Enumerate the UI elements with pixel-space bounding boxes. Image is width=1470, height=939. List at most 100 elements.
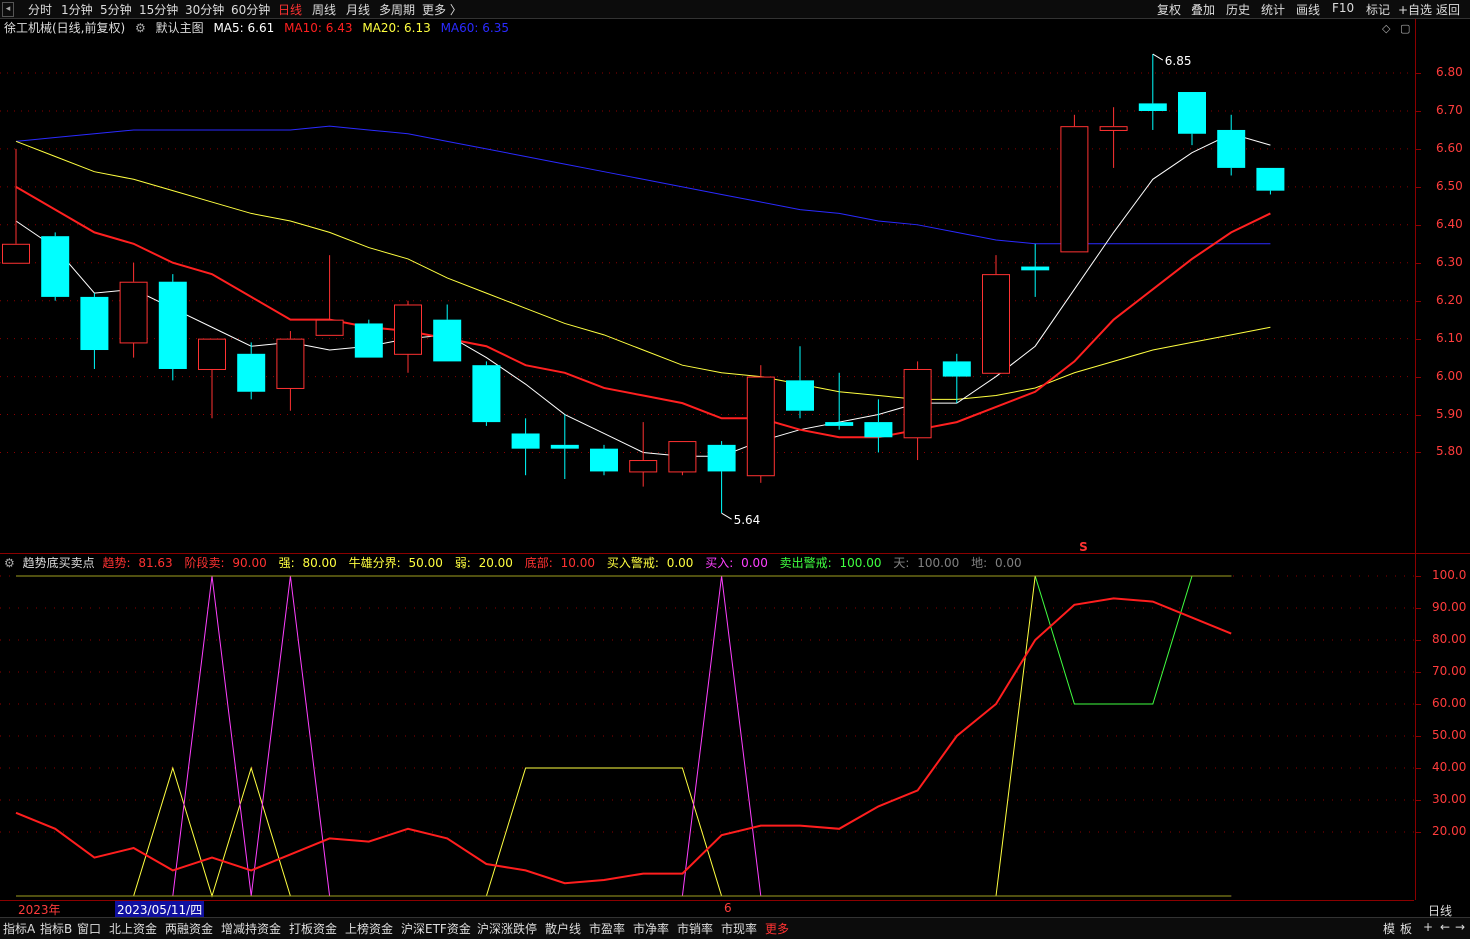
adjust-button[interactable]: 复权 <box>1157 1 1181 18</box>
collapse-icon[interactable]: ◂ <box>2 2 14 17</box>
candle[interactable] <box>198 338 226 419</box>
weak-value: 20.00 <box>478 556 513 570</box>
price-tick <box>1416 110 1421 112</box>
candle[interactable] <box>80 293 109 369</box>
indicator-tick-label: 60.00 <box>1432 696 1467 710</box>
price-tick-label: 6.00 <box>1436 368 1463 383</box>
candle[interactable] <box>550 414 579 480</box>
indicator-tick <box>1416 736 1421 737</box>
bull-bear-label: 牛雄分界: <box>348 556 401 570</box>
candle[interactable] <box>903 361 932 461</box>
tab-pcf[interactable]: 市现率 <box>721 920 757 937</box>
sell-alert-label: 卖出警戒: <box>779 556 832 570</box>
candle[interactable] <box>668 441 697 476</box>
high-marker-label: 6.85 <box>1165 54 1192 68</box>
period-tab-fenshi[interactable]: 分时 <box>28 1 52 18</box>
board-button[interactable]: 板 <box>1400 920 1412 937</box>
tab-retail-line[interactable]: 散户线 <box>545 920 581 937</box>
stats-button[interactable]: 统计 <box>1261 1 1285 18</box>
candle[interactable] <box>1060 114 1089 253</box>
period-tab-30min[interactable]: 30分钟 <box>185 1 224 18</box>
stock-title[interactable]: 徐工机械(日线,前复权) <box>4 21 125 35</box>
period-tab-weekly[interactable]: 周线 <box>312 1 336 18</box>
history-button[interactable]: 历史 <box>1226 1 1250 18</box>
tab-indicator-b[interactable]: 指标B <box>40 920 72 937</box>
tab-limit-stats[interactable]: 沪深涨跌停 <box>477 920 537 937</box>
tab-limit-up-fund[interactable]: 打板资金 <box>289 920 337 937</box>
candle[interactable] <box>746 365 775 483</box>
candle[interactable] <box>590 444 618 476</box>
overlay-button[interactable]: 叠加 <box>1191 1 1215 18</box>
candle[interactable] <box>41 232 70 301</box>
model-button[interactable]: 模 <box>1383 920 1395 937</box>
candle[interactable] <box>394 300 422 373</box>
tab-pe[interactable]: 市盈率 <box>589 920 625 937</box>
add-watchlist-button[interactable]: +自选 <box>1398 1 1432 18</box>
tab-billboard-fund[interactable]: 上榜资金 <box>345 920 393 937</box>
period-tab-60min[interactable]: 60分钟 <box>231 1 270 18</box>
candle[interactable] <box>1217 114 1246 176</box>
indicator-tick-label: 100.0 <box>1432 568 1467 582</box>
period-tab-1min[interactable]: 1分钟 <box>61 1 93 18</box>
candle[interactable] <box>1021 243 1050 297</box>
candle[interactable] <box>237 342 266 400</box>
candle[interactable] <box>786 346 814 419</box>
candle[interactable] <box>864 399 893 453</box>
candle[interactable] <box>825 372 854 430</box>
indicator-name[interactable]: 趋势底买卖点 <box>23 556 95 570</box>
price-tick-label: 6.70 <box>1436 102 1463 117</box>
indicator-tick-label: 90.00 <box>1432 600 1467 614</box>
indicator-tick <box>1416 608 1421 609</box>
candle[interactable] <box>629 422 658 487</box>
tab-indicator-a[interactable]: 指标A <box>3 920 35 937</box>
tab-ps[interactable]: 市销率 <box>677 920 713 937</box>
candle[interactable] <box>1138 54 1167 130</box>
period-tab-more[interactable]: 更多 〉 <box>422 1 462 18</box>
candle[interactable] <box>707 441 736 514</box>
tab-etf-fund[interactable]: 沪深ETF资金 <box>401 920 471 937</box>
candle[interactable] <box>315 255 344 336</box>
tab-window[interactable]: 窗口 <box>77 920 101 937</box>
indicator-tick-label: 80.00 <box>1432 632 1467 646</box>
settings-icon[interactable]: ⚙ <box>135 21 146 35</box>
candle[interactable] <box>1099 107 1128 168</box>
mark-button[interactable]: 标记 <box>1366 1 1390 18</box>
candle[interactable] <box>433 304 462 362</box>
candlestick-chart[interactable]: 6.85 5.64 S <box>0 37 1414 553</box>
tab-margin[interactable]: 两融资金 <box>165 920 213 937</box>
candle[interactable] <box>119 262 148 358</box>
candle-body-down <box>80 296 109 351</box>
zoom-in-icon[interactable]: + <box>1423 920 1433 934</box>
window-icon[interactable]: ▢ <box>1400 22 1410 35</box>
candle[interactable] <box>276 331 305 411</box>
period-tab-15min[interactable]: 15分钟 <box>139 1 178 18</box>
candle[interactable] <box>1178 92 1206 146</box>
template-label[interactable]: 默认主图 <box>156 21 204 35</box>
tab-holdings-change[interactable]: 增减持资金 <box>221 920 281 937</box>
arrow-left-icon[interactable]: ← <box>1440 920 1450 934</box>
candle[interactable] <box>942 353 971 404</box>
draw-button[interactable]: 画线 <box>1296 1 1320 18</box>
period-tab-monthly[interactable]: 月线 <box>346 1 370 18</box>
candle[interactable] <box>982 255 1010 374</box>
candle[interactable] <box>158 274 187 381</box>
arrow-right-icon[interactable]: → <box>1455 920 1465 934</box>
period-tab-5min[interactable]: 5分钟 <box>100 1 132 18</box>
tab-more[interactable]: 更多 <box>765 920 789 937</box>
candle[interactable] <box>354 319 383 358</box>
indicator-settings-icon[interactable]: ⚙ <box>4 556 15 570</box>
candle[interactable] <box>472 361 501 426</box>
f10-button[interactable]: F10 <box>1332 1 1354 15</box>
weak-label: 弱: <box>454 556 471 570</box>
tab-northbound[interactable]: 北上资金 <box>109 920 157 937</box>
indicator-chart[interactable] <box>0 572 1414 900</box>
candle[interactable] <box>511 418 540 476</box>
candle[interactable] <box>2 148 30 264</box>
candle[interactable] <box>1256 167 1285 195</box>
tab-pb[interactable]: 市净率 <box>633 920 669 937</box>
back-button[interactable]: 返回 <box>1436 1 1460 18</box>
sky-label: 天: <box>893 556 910 570</box>
diamond-icon[interactable]: ◇ <box>1382 22 1390 35</box>
period-tab-daily[interactable]: 日线 <box>278 1 302 18</box>
period-tab-multi[interactable]: 多周期 <box>379 1 415 18</box>
